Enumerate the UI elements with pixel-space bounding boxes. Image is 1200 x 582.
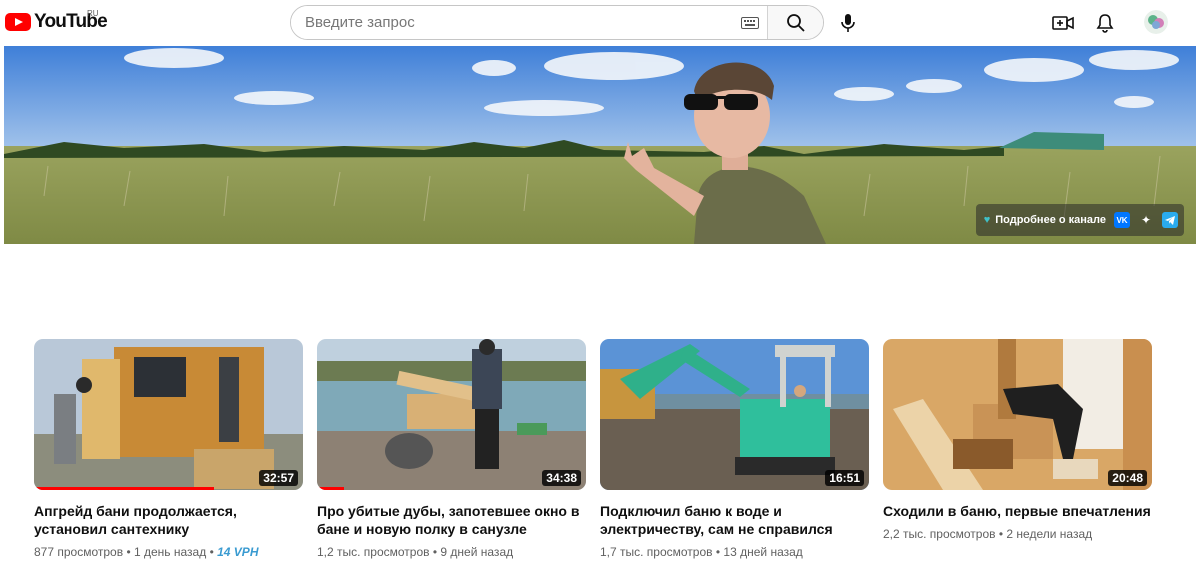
region-code: RU [87, 9, 99, 18]
search-input[interactable] [291, 6, 733, 39]
video-grid: 32:57 Апгрейд бани продолжается, установ… [34, 339, 1152, 560]
view-count: 2,2 тыс. просмотров [883, 527, 996, 541]
video-card: 34:38 Про убитые дубы, запотевшее окно в… [317, 339, 586, 560]
video-title[interactable]: Подключил баню к воде и электричеству, с… [600, 502, 869, 538]
create-video-icon[interactable] [1051, 11, 1075, 35]
view-count: 1,7 тыс. просмотров [600, 545, 713, 559]
watch-progress-bar [317, 487, 344, 490]
notifications-bell-icon[interactable] [1093, 11, 1117, 35]
video-duration: 32:57 [259, 470, 298, 486]
upload-age: 13 дней назад [723, 545, 803, 559]
video-card: 32:57 Апгрейд бани продолжается, установ… [34, 339, 303, 560]
masthead: YouTube RU [0, 0, 1200, 46]
thumbnail-image [317, 339, 586, 490]
search-button[interactable] [767, 6, 823, 39]
video-duration: 34:38 [542, 470, 581, 486]
vph-badge: 14 VPH [217, 545, 259, 559]
view-count: 1,2 тыс. просмотров [317, 545, 430, 559]
upload-age: 9 дней назад [440, 545, 514, 559]
video-metadata: 1,2 тыс. просмотров • 9 дней назад [317, 545, 514, 559]
channel-banner: ♥ Подробнее о канале VK ✦ [4, 46, 1196, 244]
more-about-channel-label: Подробнее о канале [995, 214, 1106, 226]
more-about-channel-link[interactable]: ♥ Подробнее о канале [984, 214, 1106, 226]
video-duration: 20:48 [1108, 470, 1147, 486]
video-duration: 16:51 [825, 470, 864, 486]
youtube-play-icon [5, 13, 31, 31]
video-metadata: 2,2 тыс. просмотров • 2 недели назад [883, 527, 1093, 541]
video-card: 16:51 Подключил баню к воде и электричес… [600, 339, 869, 560]
video-thumbnail[interactable]: 20:48 [883, 339, 1152, 490]
thumbnail-image [34, 339, 303, 490]
thumbnail-image [600, 339, 869, 490]
video-thumbnail[interactable]: 32:57 [34, 339, 303, 490]
video-thumbnail[interactable]: 16:51 [600, 339, 869, 490]
watch-progress-bar [34, 487, 215, 490]
keyboard-icon[interactable] [733, 6, 767, 39]
vk-icon[interactable]: VK [1114, 212, 1130, 228]
heart-icon: ♥ [983, 214, 991, 226]
account-avatar[interactable] [1144, 10, 1168, 34]
search-bar [290, 5, 824, 40]
upload-age: 2 недели назад [1006, 527, 1093, 541]
search-icon [786, 13, 805, 32]
thumbnail-image [883, 339, 1152, 490]
video-card: 20:48 Сходили в баню, первые впечатления… [883, 339, 1152, 560]
video-title[interactable]: Сходили в баню, первые впечатления [883, 502, 1152, 520]
microphone-icon[interactable] [835, 10, 861, 36]
video-title[interactable]: Апгрейд бани продолжается, установил сан… [34, 502, 303, 538]
video-title[interactable]: Про убитые дубы, запотевшее окно в бане … [317, 502, 586, 538]
upload-age: 1 день назад [133, 545, 207, 559]
video-metadata: 1,7 тыс. просмотров • 13 дней назад [600, 545, 803, 559]
video-metadata: 877 просмотров • 1 день назад • 14 VPH [34, 545, 259, 559]
sparkle-link-icon[interactable]: ✦ [1138, 212, 1154, 228]
video-thumbnail[interactable]: 34:38 [317, 339, 586, 490]
view-count: 877 просмотров [34, 545, 124, 559]
telegram-icon[interactable] [1162, 212, 1178, 228]
channel-links-overlay: ♥ Подробнее о канале VK ✦ [975, 204, 1184, 236]
